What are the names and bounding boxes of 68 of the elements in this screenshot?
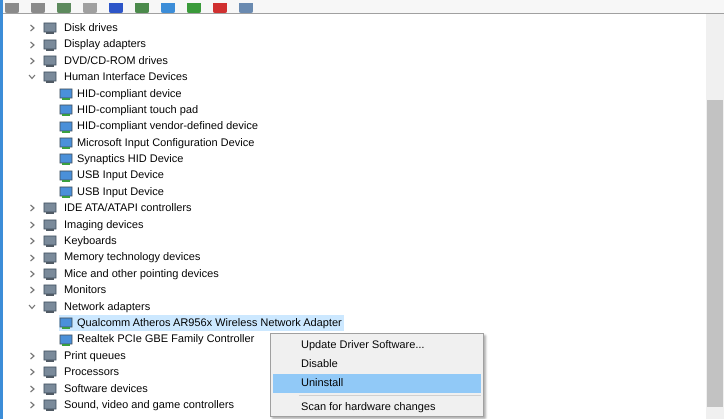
category-label[interactable]: IDE ATA/ATAPI controllers — [63, 200, 193, 217]
category-label[interactable]: DVD/CD-ROM drives — [63, 52, 169, 70]
menu-item[interactable]: Disable — [273, 355, 481, 374]
menu-item[interactable]: Uninstall — [273, 374, 481, 393]
category-label[interactable]: Software devices — [63, 380, 149, 398]
category-label[interactable]: Print queues — [63, 348, 127, 364]
device-icon — [43, 38, 57, 52]
expand-chevron-icon[interactable] — [28, 352, 36, 360]
device-icon — [59, 86, 73, 101]
device-icon — [43, 267, 57, 282]
expand-chevron-icon[interactable] — [28, 40, 36, 49]
expand-chevron-icon[interactable] — [28, 270, 36, 278]
category-label[interactable]: Mice and other pointing devices — [63, 266, 220, 282]
device-icon — [43, 21, 57, 36]
collapse-chevron-icon[interactable] — [28, 302, 36, 311]
category-label[interactable]: Disk drives — [63, 20, 119, 36]
device-item[interactable]: HID-compliant device — [59, 86, 184, 102]
category-label[interactable]: Processors — [63, 364, 120, 381]
device-icon — [59, 152, 73, 166]
expand-chevron-icon[interactable] — [28, 368, 36, 376]
category-label[interactable]: Sound, video and game controllers — [63, 396, 235, 414]
device-item[interactable]: USB Input Device — [59, 168, 166, 184]
category-label[interactable]: Keyboards — [63, 233, 118, 250]
expand-chevron-icon[interactable] — [28, 254, 36, 262]
device-icon — [43, 349, 57, 363]
device-icon — [59, 168, 73, 183]
device-icon — [43, 398, 57, 412]
collapse-chevron-icon[interactable] — [28, 73, 36, 82]
category-label[interactable]: Display adapters — [63, 36, 147, 53]
category-label[interactable]: Memory technology devices — [63, 249, 202, 266]
expand-chevron-icon[interactable] — [28, 24, 36, 32]
device-icon — [43, 70, 57, 84]
device-item[interactable]: USB Input Device — [59, 184, 166, 200]
device-icon — [43, 54, 57, 68]
device-item[interactable]: HID-compliant vendor-defined device — [59, 118, 260, 135]
device-icon — [59, 103, 73, 118]
device-icon — [43, 300, 57, 314]
device-item[interactable]: Microsoft Input Configuration Device — [59, 134, 256, 152]
expand-chevron-icon[interactable] — [28, 286, 36, 294]
expand-chevron-icon[interactable] — [28, 401, 36, 410]
expand-chevron-icon[interactable] — [28, 384, 36, 393]
device-icon — [59, 316, 73, 330]
device-icon — [43, 201, 57, 216]
device-icon — [43, 234, 57, 248]
expand-chevron-icon[interactable] — [28, 220, 36, 229]
device-item[interactable]: Realtek PCIe GBE Family Controller — [59, 331, 256, 348]
device-icon — [43, 250, 57, 265]
category-label[interactable]: Human Interface Devices — [63, 69, 188, 86]
device-icon — [43, 365, 57, 380]
category-label[interactable]: Network adapters — [63, 298, 152, 316]
category-label[interactable]: Imaging devices — [63, 216, 144, 234]
device-icon — [43, 382, 57, 396]
menu-item[interactable]: Update Driver Software... — [273, 336, 481, 355]
device-icon — [59, 136, 73, 150]
device-icon — [43, 283, 57, 298]
category-label[interactable]: Monitors — [63, 282, 108, 299]
device-icon — [59, 185, 73, 200]
device-icon — [43, 218, 57, 232]
device-item[interactable]: Synaptics HID Device — [59, 151, 186, 168]
expand-chevron-icon[interactable] — [28, 204, 36, 212]
expand-chevron-icon[interactable] — [28, 56, 36, 65]
menu-item[interactable]: Scan for hardware changes — [273, 398, 481, 417]
expand-chevron-icon[interactable] — [28, 237, 36, 246]
device-item[interactable]: Qualcomm Atheros AR956x Wireless Network Adapter — [59, 315, 344, 332]
device-item[interactable]: HID-compliant touch pad — [59, 102, 200, 118]
device-icon — [59, 120, 73, 134]
scrollbar-thumb[interactable] — [707, 100, 723, 407]
device-icon — [59, 332, 73, 347]
